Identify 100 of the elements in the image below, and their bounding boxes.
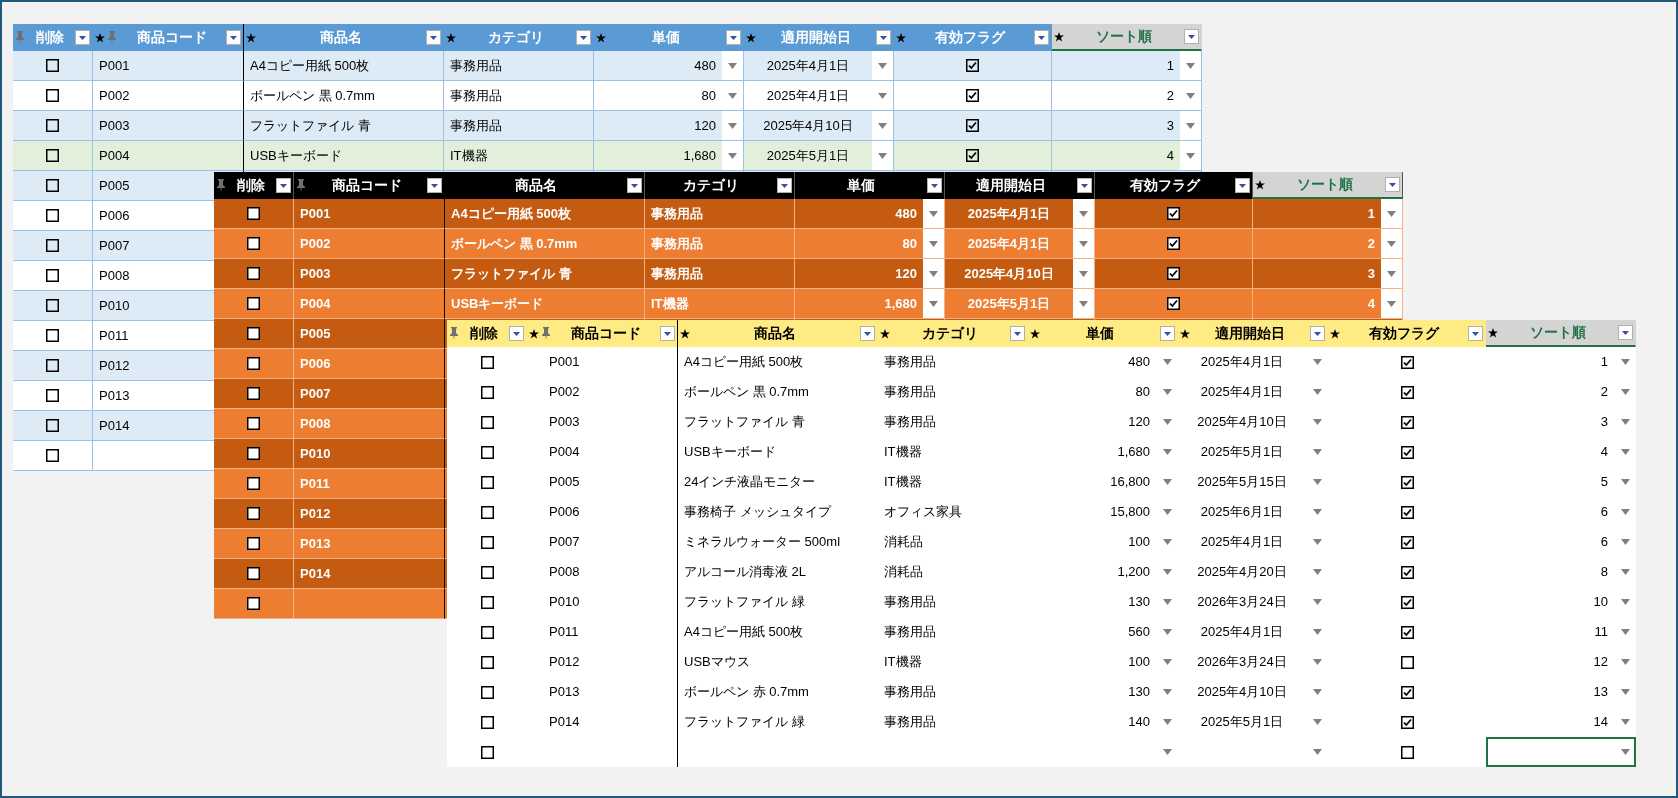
filter-button[interactable]: [276, 178, 291, 193]
filter-button[interactable]: [627, 178, 642, 193]
checkbox[interactable]: [46, 59, 59, 72]
dropdown-button[interactable]: [1073, 289, 1095, 319]
checkbox[interactable]: [247, 597, 260, 610]
checkbox[interactable]: [247, 327, 260, 340]
dropdown-button[interactable]: [872, 111, 894, 141]
checkbox[interactable]: [247, 387, 260, 400]
checkbox[interactable]: [966, 59, 979, 72]
checkbox[interactable]: [480, 655, 494, 669]
checkbox[interactable]: [1400, 535, 1414, 549]
filter-button[interactable]: [226, 30, 241, 45]
checkbox[interactable]: [46, 449, 59, 462]
checkbox[interactable]: [247, 267, 260, 280]
filter-button[interactable]: [876, 30, 891, 45]
filter-button[interactable]: [426, 30, 441, 45]
dropdown-button[interactable]: [872, 51, 894, 81]
checkbox[interactable]: [480, 445, 494, 459]
checkbox[interactable]: [1400, 595, 1414, 609]
checkbox[interactable]: [966, 89, 979, 102]
column-header[interactable]: 商品コード: [294, 172, 445, 199]
filter-button[interactable]: [726, 30, 741, 45]
dropdown-button[interactable]: [1180, 81, 1202, 111]
checkbox[interactable]: [247, 477, 260, 490]
checkbox[interactable]: [1400, 715, 1414, 729]
checkbox[interactable]: [1167, 207, 1180, 220]
checkbox[interactable]: [247, 237, 260, 250]
checkbox[interactable]: [1400, 385, 1414, 399]
checkbox[interactable]: [247, 567, 260, 580]
checkbox[interactable]: [480, 625, 494, 639]
checkbox[interactable]: [1167, 267, 1180, 280]
checkbox[interactable]: [480, 685, 494, 699]
dropdown-button[interactable]: [923, 199, 945, 229]
checkbox[interactable]: [1400, 565, 1414, 579]
dropdown-button[interactable]: [1180, 111, 1202, 141]
dropdown-button[interactable]: [1180, 141, 1202, 171]
checkbox[interactable]: [46, 89, 59, 102]
checkbox[interactable]: [46, 209, 59, 222]
filter-button[interactable]: [1310, 326, 1325, 341]
checkbox[interactable]: [480, 385, 494, 399]
dropdown-button[interactable]: [1381, 229, 1403, 259]
filter-button[interactable]: [660, 326, 675, 341]
dropdown-button[interactable]: [1073, 199, 1095, 229]
dropdown-button[interactable]: [923, 229, 945, 259]
checkbox[interactable]: [480, 595, 494, 609]
checkbox[interactable]: [1400, 655, 1414, 669]
filter-button[interactable]: [777, 178, 792, 193]
checkbox[interactable]: [480, 565, 494, 579]
checkbox[interactable]: [480, 715, 494, 729]
checkbox[interactable]: [1400, 625, 1414, 639]
column-header[interactable]: 削除: [214, 172, 294, 199]
dropdown-button[interactable]: [1381, 199, 1403, 229]
dropdown-button[interactable]: [1614, 737, 1636, 767]
checkbox[interactable]: [247, 207, 260, 220]
checkbox[interactable]: [46, 119, 59, 132]
filter-button[interactable]: [1468, 326, 1483, 341]
column-header[interactable]: カテゴリ: [645, 172, 795, 199]
checkbox[interactable]: [46, 329, 59, 342]
checkbox[interactable]: [46, 389, 59, 402]
checkbox[interactable]: [480, 745, 494, 759]
checkbox[interactable]: [966, 119, 979, 132]
column-header[interactable]: 適用開始日: [945, 172, 1095, 199]
checkbox[interactable]: [1167, 237, 1180, 250]
checkbox[interactable]: [46, 149, 59, 162]
checkbox[interactable]: [46, 419, 59, 432]
checkbox[interactable]: [1400, 475, 1414, 489]
checkbox[interactable]: [1400, 415, 1414, 429]
checkbox[interactable]: [480, 355, 494, 369]
dropdown-button[interactable]: [722, 51, 744, 81]
column-header[interactable]: ソート順: [1253, 172, 1403, 199]
dropdown-button[interactable]: [1073, 229, 1095, 259]
checkbox[interactable]: [1400, 685, 1414, 699]
checkbox[interactable]: [480, 505, 494, 519]
filter-button[interactable]: [927, 178, 942, 193]
filter-button[interactable]: [576, 30, 591, 45]
dropdown-button[interactable]: [872, 81, 894, 111]
dropdown-button[interactable]: [722, 111, 744, 141]
column-header[interactable]: 単価: [1028, 320, 1178, 347]
checkbox[interactable]: [247, 537, 260, 550]
filter-button[interactable]: [75, 30, 90, 45]
checkbox[interactable]: [480, 535, 494, 549]
filter-button[interactable]: [1618, 325, 1633, 340]
filter-button[interactable]: [860, 326, 875, 341]
dropdown-button[interactable]: [1381, 259, 1403, 289]
column-header[interactable]: 有効フラグ: [1095, 172, 1253, 199]
column-header[interactable]: 適用開始日: [1178, 320, 1328, 347]
filter-button[interactable]: [1160, 326, 1175, 341]
filter-button[interactable]: [427, 178, 442, 193]
checkbox[interactable]: [46, 179, 59, 192]
checkbox[interactable]: [1400, 355, 1414, 369]
filter-button[interactable]: [1010, 326, 1025, 341]
column-header[interactable]: ソート順: [1052, 24, 1202, 51]
checkbox[interactable]: [480, 475, 494, 489]
column-header[interactable]: 商品コード: [527, 320, 678, 347]
dropdown-button[interactable]: [923, 289, 945, 319]
filter-button[interactable]: [509, 326, 524, 341]
filter-button[interactable]: [1077, 178, 1092, 193]
checkbox[interactable]: [247, 417, 260, 430]
checkbox[interactable]: [247, 447, 260, 460]
filter-button[interactable]: [1235, 178, 1250, 193]
